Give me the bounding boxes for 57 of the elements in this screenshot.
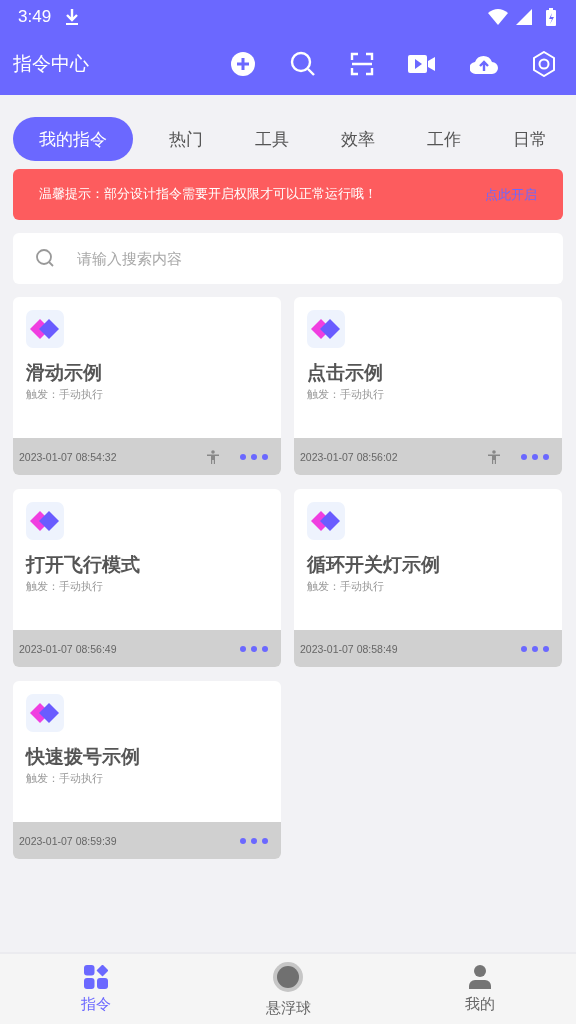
more-icon[interactable] xyxy=(239,644,269,653)
command-trigger: 触发：手动执行 xyxy=(307,388,385,402)
signal-icon xyxy=(516,8,532,25)
command-logo-icon xyxy=(307,502,345,540)
command-time: 2023-01-07 08:56:49 xyxy=(19,642,117,655)
command-title: 打开飞行模式 xyxy=(26,552,141,577)
nav-tab[interactable]: 悬浮球 xyxy=(192,954,384,1024)
scan-icon[interactable] xyxy=(350,52,374,76)
command-card[interactable]: 滑动示例 触发：手动执行 2023-01-07 08:54:32 xyxy=(13,297,281,475)
command-trigger: 触发：手动执行 xyxy=(307,580,385,594)
settings-icon[interactable] xyxy=(532,51,556,77)
command-trigger: 触发：手动执行 xyxy=(26,772,104,786)
search-field[interactable]: 请输入搜索内容 xyxy=(13,233,563,284)
notice-text: 温馨提示：部分设计指令需要开启权限才可以正常运行哦！ xyxy=(39,186,378,203)
command-title: 滑动示例 xyxy=(26,360,103,385)
grid-icon xyxy=(84,964,108,989)
command-title: 快速拨号示例 xyxy=(26,744,141,769)
command-card[interactable]: 快速拨号示例 触发：手动执行 2023-01-07 08:59:39 xyxy=(13,681,281,859)
nav-tab[interactable]: 指令 xyxy=(0,954,192,1024)
category-tab[interactable]: 我的指令 xyxy=(13,117,133,161)
category-tab[interactable]: 效率 xyxy=(325,117,391,161)
command-title: 点击示例 xyxy=(307,360,384,385)
category-tab[interactable]: 工具 xyxy=(239,117,305,161)
video-icon[interactable] xyxy=(408,54,436,74)
more-icon[interactable] xyxy=(520,644,550,653)
download-icon xyxy=(65,7,80,26)
command-time: 2023-01-07 08:59:39 xyxy=(19,834,117,847)
command-card[interactable]: 循环开关灯示例 触发：手动执行 2023-01-07 08:58:49 xyxy=(294,489,562,667)
command-time: 2023-01-07 08:58:49 xyxy=(300,642,398,655)
command-card[interactable]: 打开飞行模式 触发：手动执行 2023-01-07 08:56:49 xyxy=(13,489,281,667)
command-trigger: 触发：手动执行 xyxy=(26,388,104,402)
floating-ball-icon xyxy=(272,960,304,993)
add-icon[interactable] xyxy=(230,51,256,77)
command-trigger: 触发：手动执行 xyxy=(26,580,104,594)
search-icon xyxy=(35,248,55,268)
command-logo-icon xyxy=(26,502,64,540)
more-icon[interactable] xyxy=(239,452,269,461)
command-card[interactable]: 点击示例 触发：手动执行 2023-01-07 08:56:02 xyxy=(294,297,562,475)
command-logo-icon xyxy=(26,694,64,732)
more-icon[interactable] xyxy=(520,452,550,461)
status-time: 3:49 xyxy=(18,6,52,27)
command-time: 2023-01-07 08:56:02 xyxy=(300,450,398,463)
category-tab[interactable]: 工作 xyxy=(411,117,477,161)
cloud-upload-icon[interactable] xyxy=(470,53,498,75)
category-tab[interactable]: 热门 xyxy=(153,117,219,161)
search-icon[interactable] xyxy=(290,51,316,77)
command-logo-icon xyxy=(307,310,345,348)
app-title: 指令中心 xyxy=(13,51,89,76)
category-tab[interactable]: 日常 xyxy=(497,117,563,161)
more-icon[interactable] xyxy=(239,836,269,845)
battery-icon xyxy=(546,7,556,26)
wifi-icon xyxy=(488,8,508,25)
command-title: 循环开关灯示例 xyxy=(307,552,441,577)
nav-tab[interactable]: 我的 xyxy=(384,954,576,1024)
command-logo-icon xyxy=(26,310,64,348)
person-icon xyxy=(469,964,491,989)
command-time: 2023-01-07 08:54:32 xyxy=(19,450,117,463)
